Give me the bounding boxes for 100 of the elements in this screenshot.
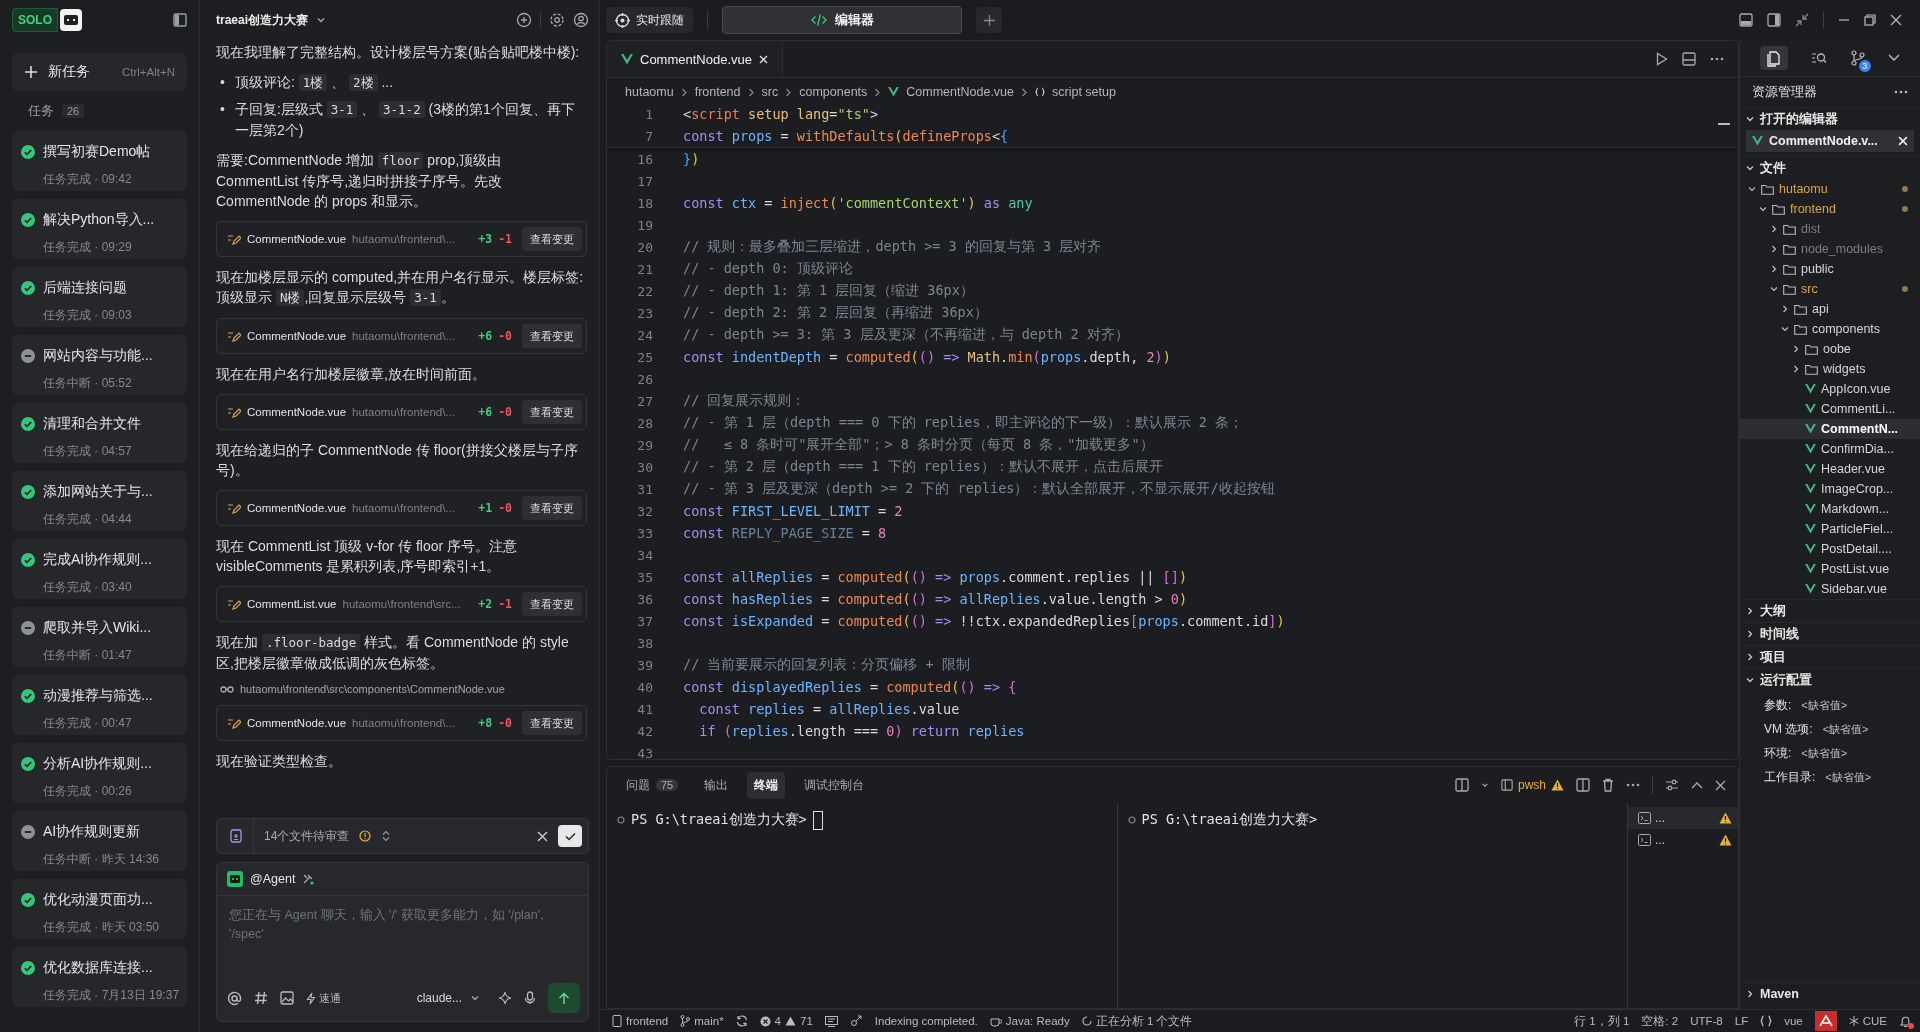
panel-tab[interactable]: 输出 bbox=[697, 771, 736, 799]
section-header[interactable]: 文件 bbox=[1740, 156, 1920, 179]
file-name[interactable]: CommentNode.vue bbox=[247, 330, 347, 342]
tree-item[interactable]: PostDetail.... bbox=[1740, 539, 1920, 559]
tree-item[interactable]: Header.vue bbox=[1740, 459, 1920, 479]
sliders-icon[interactable] bbox=[1665, 779, 1679, 791]
new-task-button[interactable]: 新任务 Ctrl+Alt+N bbox=[12, 53, 187, 91]
task-card[interactable]: 后端连接问题 任务完成 · 09:03 bbox=[12, 267, 187, 327]
bell-icon[interactable] bbox=[1899, 1014, 1912, 1028]
model-selector[interactable]: claude... bbox=[416, 991, 480, 1005]
close-icon[interactable] bbox=[1715, 779, 1726, 791]
tree-item[interactable]: AppIcon.vue bbox=[1740, 379, 1920, 399]
view-changes-button[interactable]: 查看变更 bbox=[522, 324, 582, 348]
panel-bottom-icon[interactable] bbox=[1739, 13, 1753, 27]
mention-icon[interactable] bbox=[227, 990, 242, 1006]
task-card[interactable]: 优化动漫页面功... 任务完成 · 昨天 03:50 bbox=[12, 879, 187, 939]
tree-item[interactable]: oobe bbox=[1740, 339, 1920, 359]
tree-item[interactable]: components bbox=[1740, 319, 1920, 339]
panel-tab[interactable]: 终端 bbox=[747, 771, 786, 799]
config-value[interactable]: <缺省值> bbox=[1825, 769, 1872, 785]
task-card[interactable]: 动漫推荐与筛选... 任务完成 · 00:47 bbox=[12, 675, 187, 735]
sort-icon[interactable] bbox=[381, 830, 392, 842]
task-card[interactable]: 撰写初赛Demo帖 任务完成 · 09:42 bbox=[12, 131, 187, 191]
settings-icon[interactable] bbox=[549, 12, 565, 28]
task-card[interactable]: 优化数据库连接... 任务完成 · 7月13日 19:37 bbox=[12, 947, 187, 1007]
tree-item[interactable]: ConfirmDia... bbox=[1740, 439, 1920, 459]
run-icon[interactable] bbox=[1656, 52, 1668, 66]
file-name[interactable]: CommentNode.vue bbox=[247, 717, 347, 729]
view-changes-button[interactable]: 查看变更 bbox=[522, 496, 582, 520]
agent-label[interactable]: @Agent bbox=[250, 872, 296, 886]
config-value[interactable]: <缺省值> bbox=[1801, 697, 1848, 713]
trash-icon[interactable] bbox=[1602, 778, 1614, 792]
close-icon[interactable] bbox=[1890, 14, 1902, 26]
config-value[interactable]: <缺省值> bbox=[1822, 721, 1869, 737]
tree-item[interactable]: CommentN... bbox=[1740, 419, 1920, 439]
view-changes-button[interactable]: 查看变更 bbox=[522, 227, 582, 251]
more-icon[interactable] bbox=[1710, 57, 1724, 61]
cursor-position[interactable]: 行 1，列 1 bbox=[1574, 1013, 1630, 1029]
view-changes-button[interactable]: 查看变更 bbox=[522, 711, 582, 735]
review-label[interactable]: 14个文件待审查 bbox=[264, 827, 350, 845]
file-tab[interactable]: CommentNode.vue bbox=[607, 41, 783, 77]
line-ending-setting[interactable]: LF bbox=[1734, 1015, 1749, 1027]
breadcrumb-item[interactable]: src bbox=[761, 85, 779, 99]
java-status[interactable]: Java: Ready bbox=[989, 1015, 1070, 1027]
indent-setting[interactable]: 空格: 2 bbox=[1641, 1013, 1679, 1029]
tree-item[interactable]: Markdown... bbox=[1740, 499, 1920, 519]
file-name[interactable]: CommentList.vue bbox=[247, 598, 337, 610]
files-icon[interactable] bbox=[1759, 46, 1788, 70]
new-chat-icon[interactable] bbox=[516, 12, 532, 28]
file-name[interactable]: CommentNode.vue bbox=[247, 406, 347, 418]
tree-item[interactable]: src bbox=[1740, 279, 1920, 299]
open-editor-item[interactable]: CommentNode.v... bbox=[1746, 130, 1914, 152]
task-card[interactable]: 解决Python导入... 任务完成 · 09:29 bbox=[12, 199, 187, 259]
shell-selector[interactable]: pwsh bbox=[1501, 778, 1564, 792]
breadcrumb-item[interactable]: components bbox=[799, 85, 868, 99]
task-card[interactable]: 分析AI协作规则... 任务完成 · 00:26 bbox=[12, 743, 187, 803]
chevron-down-icon[interactable] bbox=[316, 15, 327, 25]
problems-item[interactable]: 4 71 bbox=[759, 1015, 813, 1027]
mode-button[interactable]: 速通 bbox=[306, 990, 341, 1006]
tree-item[interactable]: node_modules bbox=[1740, 239, 1920, 259]
panel-tab[interactable]: 问题 75 bbox=[619, 771, 686, 799]
task-card[interactable]: 爬取并导入Wiki... 任务中断 · 01:47 bbox=[12, 607, 187, 667]
plugin-icon[interactable] bbox=[1814, 1011, 1837, 1031]
tree-item[interactable]: frontend bbox=[1740, 199, 1920, 219]
project-item[interactable]: frontend bbox=[612, 1015, 669, 1027]
tree-item[interactable]: Sidebar.vue bbox=[1740, 579, 1920, 599]
hash-icon[interactable] bbox=[254, 991, 268, 1005]
task-card[interactable]: 完成AI协作规则... 任务完成 · 03:40 bbox=[12, 539, 187, 599]
section-header[interactable]: 大纲 bbox=[1740, 599, 1920, 622]
sparkle-icon[interactable] bbox=[498, 991, 512, 1005]
cue-item[interactable]: CUE bbox=[1848, 1015, 1887, 1027]
follow-button[interactable]: 实时跟随 bbox=[606, 7, 693, 33]
tree-item[interactable]: api bbox=[1740, 299, 1920, 319]
terminal-instance[interactable]: ... bbox=[1628, 807, 1738, 829]
chat-title[interactable]: traeai创造力大赛 bbox=[216, 11, 309, 29]
section-header[interactable]: 项目 bbox=[1740, 645, 1920, 668]
chevron-up-icon[interactable] bbox=[1691, 781, 1703, 789]
image-icon[interactable] bbox=[280, 991, 294, 1005]
section-header[interactable]: 运行配置 bbox=[1740, 668, 1920, 691]
tree-item[interactable]: CommentLi... bbox=[1740, 399, 1920, 419]
view-changes-button[interactable]: 查看变更 bbox=[522, 592, 582, 616]
chat-input[interactable]: @Agent 您正在与 Agent 聊天，输入 '/' 获取更多能力，如 '/plan', '/spec' 速通 claude... bbox=[216, 862, 589, 1022]
branch-item[interactable]: main* bbox=[680, 1015, 724, 1027]
tree-item[interactable]: public bbox=[1740, 259, 1920, 279]
tree-item[interactable]: PostList.vue bbox=[1740, 559, 1920, 579]
account-icon[interactable] bbox=[573, 12, 589, 28]
split-terminal-icon[interactable] bbox=[1455, 778, 1469, 792]
panel-right-icon[interactable] bbox=[1767, 13, 1781, 27]
breadcrumb-item[interactable]: script setup bbox=[1052, 85, 1116, 99]
sidebar-toggle-icon[interactable] bbox=[173, 13, 187, 27]
tree-item[interactable]: hutaomu bbox=[1740, 179, 1920, 199]
broadcast-icon[interactable] bbox=[849, 1015, 863, 1027]
section-header[interactable]: 时间线 bbox=[1740, 622, 1920, 645]
file-path[interactable]: hutaomu\frontend\src\components\CommentNode.vue bbox=[240, 683, 505, 695]
config-value[interactable]: <缺省值> bbox=[1801, 745, 1848, 761]
task-card[interactable]: 清理和合并文件 任务完成 · 04:57 bbox=[12, 403, 187, 463]
file-name[interactable]: CommentNode.vue bbox=[247, 233, 347, 245]
restore-icon[interactable] bbox=[1864, 14, 1876, 26]
accept-button[interactable] bbox=[558, 825, 582, 847]
add-tab-button[interactable] bbox=[976, 7, 1002, 33]
